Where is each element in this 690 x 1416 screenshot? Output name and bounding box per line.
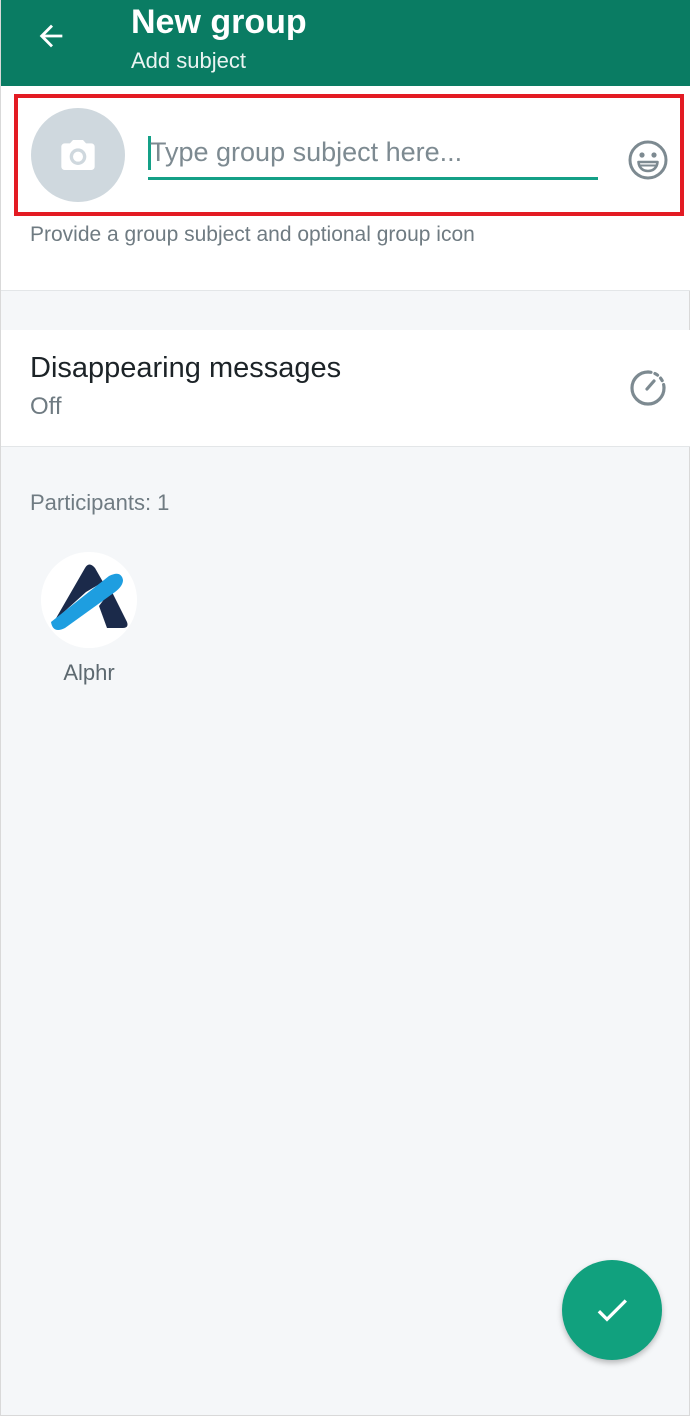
app-bar: New group Add subject xyxy=(1,0,690,86)
participants-header: Participants: 1 xyxy=(30,490,170,515)
participant-name: Alphr xyxy=(63,660,115,685)
disappearing-messages-value: Off xyxy=(30,393,62,420)
page-subtitle: Add subject xyxy=(131,48,246,73)
subject-hint-text: Provide a group subject and optional gro… xyxy=(30,223,475,246)
checkmark-icon xyxy=(597,1299,627,1322)
create-group-button[interactable] xyxy=(562,1260,662,1360)
avatar xyxy=(41,552,137,648)
alphr-logo xyxy=(41,552,137,648)
page-title: New group xyxy=(131,3,307,41)
highlight-annotation xyxy=(14,94,684,216)
participant-item[interactable]: Alphr xyxy=(39,552,139,686)
back-button[interactable] xyxy=(31,16,71,56)
disappearing-messages-row[interactable]: Disappearing messages Off xyxy=(1,330,690,447)
group-subject-section: Provide a group subject and optional gro… xyxy=(1,86,690,291)
timer-icon xyxy=(630,370,666,406)
arrow-left-icon xyxy=(39,24,63,48)
disappearing-messages-title: Disappearing messages xyxy=(30,352,342,384)
